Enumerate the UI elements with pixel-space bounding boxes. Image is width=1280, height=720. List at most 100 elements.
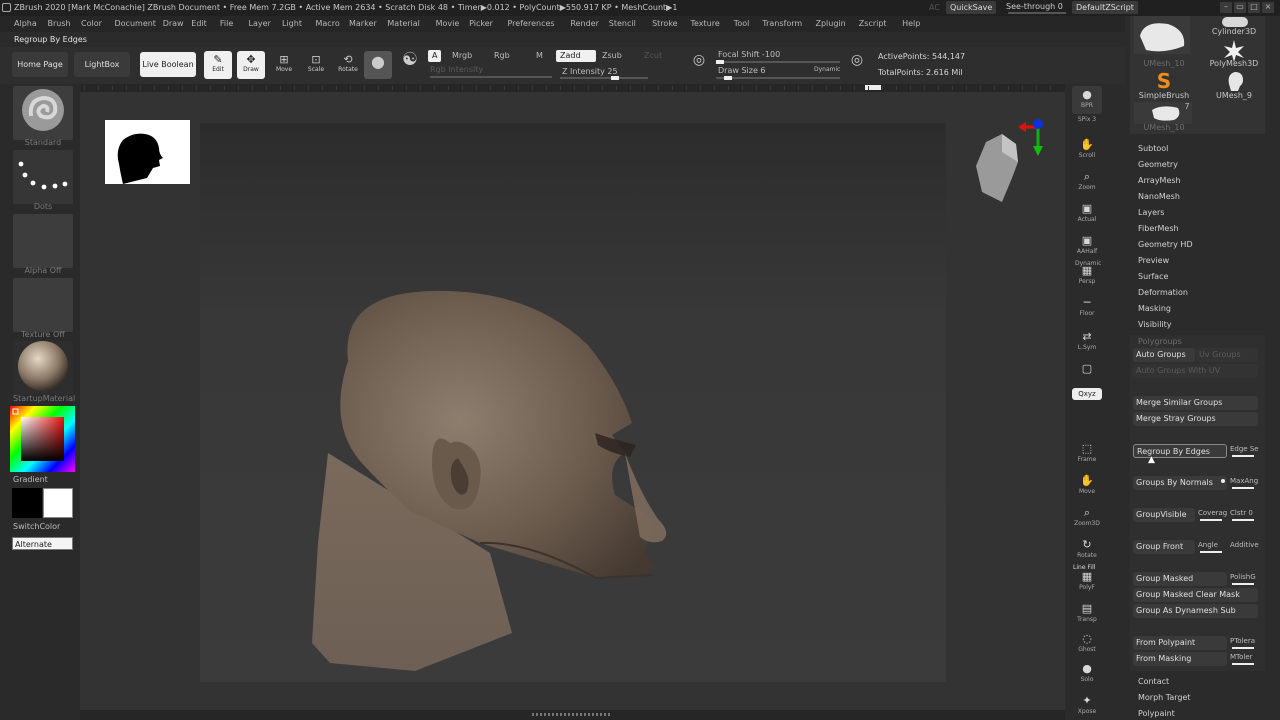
tool-menu-preview[interactable]: Preview	[1138, 256, 1169, 265]
head-sculpt[interactable]	[200, 123, 946, 682]
brush-modifier-button[interactable]: ◎	[846, 51, 868, 79]
edge-se-slider[interactable]: Edge Se	[1230, 445, 1260, 459]
material-sphere-button[interactable]: ●	[364, 51, 392, 79]
auto-groups-with-uv-button[interactable]: Auto Groups With UV	[1133, 364, 1258, 378]
draw-size-slider[interactable]: Draw Size 6	[714, 65, 770, 77]
material-thumbnail[interactable]	[13, 341, 73, 395]
menu-material[interactable]: Material	[387, 19, 420, 28]
brush-thumbnail[interactable]	[13, 86, 73, 140]
primary-color-swatch[interactable]	[12, 488, 42, 518]
view-zoom3d-button[interactable]: ⌕ Zoom3D	[1072, 504, 1102, 532]
tool-menu-subtool[interactable]: Subtool	[1138, 144, 1168, 153]
group-masked-button[interactable]: Group Masked	[1133, 572, 1227, 586]
ptolerance-slider[interactable]: PTolera	[1230, 637, 1260, 651]
menu-brush[interactable]: Brush	[48, 19, 71, 28]
document-canvas[interactable]	[200, 123, 946, 682]
maxang-slider[interactable]: MaxAng	[1230, 477, 1260, 491]
polygroups-header[interactable]: Polygroups	[1138, 337, 1182, 346]
coverage-slider[interactable]: Coverag	[1198, 509, 1228, 523]
view-bpr-button[interactable]: ● BPR	[1072, 86, 1102, 114]
menu-draw[interactable]: Draw	[163, 19, 184, 28]
default-zscript-button[interactable]: DefaultZScript	[1072, 1, 1138, 14]
scale-mode-button[interactable]: ⊡ Scale	[302, 51, 330, 79]
from-masking-button[interactable]: From Masking	[1133, 652, 1227, 666]
maximize-icon[interactable]: □	[1248, 2, 1260, 13]
tool-menu-surface[interactable]: Surface	[1138, 272, 1168, 281]
live-boolean-button[interactable]: Live Boolean	[140, 52, 196, 77]
view-lsym-button[interactable]: ⇄ L.Sym	[1072, 328, 1102, 356]
group-as-dynamesh-sub-button[interactable]: Group As Dynamesh Sub	[1133, 604, 1258, 618]
rgb-intensity-slider[interactable]: Rgb Intensity	[426, 64, 487, 76]
mtolerance-slider[interactable]: MToler	[1230, 653, 1260, 667]
menu-marker[interactable]: Marker	[349, 19, 377, 28]
tool-menu-arraymesh[interactable]: ArrayMesh	[1138, 176, 1181, 185]
menu-edit[interactable]: Edit	[191, 19, 207, 28]
alternate-button[interactable]: Alternate	[12, 537, 73, 550]
view-actual-button[interactable]: ▣ Actual	[1072, 200, 1102, 228]
menu-texture[interactable]: Texture	[691, 19, 720, 28]
groups-by-normals-button[interactable]: Groups By Normals	[1133, 476, 1227, 490]
clstr-slider[interactable]: Clstr 0	[1230, 509, 1260, 523]
view-xyz-button[interactable]: Qxyz	[1072, 388, 1102, 400]
view-scroll-button[interactable]: ✋ Scroll	[1072, 136, 1102, 164]
merge-similar-groups-button[interactable]: Merge Similar Groups	[1133, 396, 1258, 410]
menu-tool[interactable]: Tool	[734, 19, 750, 28]
view-solo-button[interactable]: ● Solo	[1072, 660, 1102, 688]
focal-shift-icon-button[interactable]: ◎	[688, 51, 710, 79]
view-floor-button[interactable]: ─ Floor	[1072, 294, 1102, 322]
secondary-color-swatch[interactable]	[43, 488, 73, 518]
uv-groups-button[interactable]: Uv Groups	[1196, 348, 1258, 362]
menu-zplugin[interactable]: Zplugin	[816, 19, 846, 28]
tool-menu-deformation[interactable]: Deformation	[1138, 288, 1188, 297]
umesh-9-thumb[interactable]	[1224, 70, 1246, 92]
simplebrush-icon[interactable]: S	[1154, 70, 1174, 92]
zadd-toggle[interactable]: Zadd	[556, 50, 596, 62]
rgb-toggle[interactable]: Rgb	[490, 50, 514, 62]
menu-macro[interactable]: Macro	[316, 19, 340, 28]
see-through-track[interactable]	[1008, 12, 1066, 14]
menu-transform[interactable]: Transform	[762, 19, 802, 28]
texture-thumbnail[interactable]	[13, 278, 73, 332]
edit-mode-button[interactable]: ✎ Edit	[204, 51, 232, 79]
color-picker[interactable]	[10, 406, 75, 472]
tool-menu-layers[interactable]: Layers	[1138, 208, 1164, 217]
angle-slider[interactable]: Angle	[1198, 541, 1228, 555]
dynamic-toggle[interactable]: Dynamic	[810, 64, 844, 76]
view-lock-button[interactable]: ▢	[1072, 360, 1102, 388]
minimize-icon[interactable]: –	[1220, 2, 1232, 13]
m-toggle[interactable]: M	[532, 50, 547, 62]
menu-layer[interactable]: Layer	[249, 19, 271, 28]
umesh-10a-thumb[interactable]	[1134, 16, 1190, 54]
tool-menu-contact[interactable]: Contact	[1138, 677, 1169, 686]
menu-alpha[interactable]: Alpha	[14, 19, 37, 28]
additive-toggle[interactable]: Additive	[1230, 541, 1260, 555]
view-zoom-button[interactable]: ⌕ Zoom	[1072, 168, 1102, 196]
group-masked-clear-mask-button[interactable]: Group Masked Clear Mask	[1133, 588, 1258, 602]
orientation-gizmo[interactable]	[972, 118, 1052, 208]
navigator-thumbnail[interactable]	[105, 120, 190, 184]
a-toggle[interactable]: A	[428, 50, 442, 62]
from-polypaint-button[interactable]: From Polypaint	[1133, 636, 1227, 650]
rotate-mode-button[interactable]: ⟲ Rotate	[334, 51, 362, 79]
move-mode-button[interactable]: ⊞ Move	[270, 51, 298, 79]
menu-color[interactable]: Color	[81, 19, 102, 28]
view-move-button[interactable]: ✋ Move	[1072, 472, 1102, 500]
polish-slider[interactable]: PolishG	[1230, 573, 1260, 587]
tool-menu-geometry[interactable]: Geometry	[1138, 160, 1178, 169]
view-linefill-button[interactable]: ▦ PolyF	[1072, 568, 1102, 596]
tool-menu-fibermesh[interactable]: FiberMesh	[1138, 224, 1179, 233]
menu-help[interactable]: Help	[902, 19, 920, 28]
view-rotate-button[interactable]: ↻ Rotate	[1072, 536, 1102, 564]
zcut-toggle[interactable]: Zcut	[640, 50, 666, 62]
switch-color-button[interactable]: SwitchColor	[13, 522, 73, 531]
tool-menu-masking[interactable]: Masking	[1138, 304, 1171, 313]
lightbox-button[interactable]: LightBox	[74, 52, 130, 77]
color-sphere-button[interactable]: ☯	[396, 51, 424, 79]
view-frame-button[interactable]: ⬚ Frame	[1072, 440, 1102, 468]
draw-mode-button[interactable]: ✥ Draw	[237, 51, 265, 79]
bottom-shelf-handle[interactable]	[532, 713, 610, 716]
tool-menu-morph-target[interactable]: Morph Target	[1138, 693, 1191, 702]
restore-icon[interactable]: ▭	[1234, 2, 1246, 13]
home-page-button[interactable]: Home Page	[12, 52, 68, 77]
merge-stray-groups-button[interactable]: Merge Stray Groups	[1133, 412, 1258, 426]
